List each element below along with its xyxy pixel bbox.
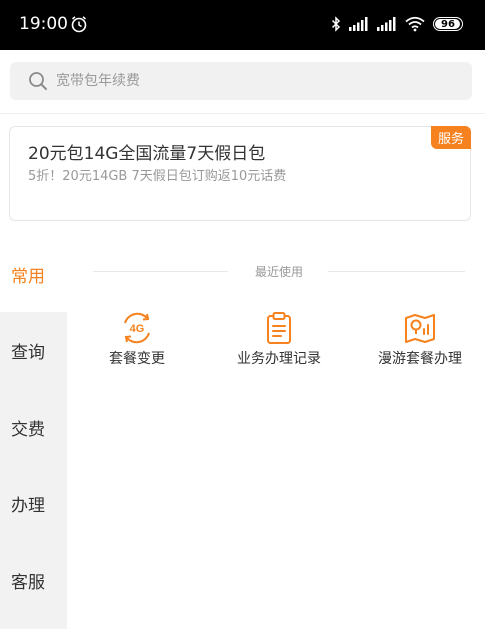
4g-package-icon: 4G <box>124 312 150 344</box>
status-time: 19:00 <box>19 14 68 34</box>
promo-subtitle: 5折！20元14GB 7天假日包订购返10元话费 <box>28 169 287 184</box>
clipboard-icon <box>267 312 291 344</box>
quick-item-label: 漫游套餐办理 <box>378 351 462 367</box>
search-input[interactable] <box>54 72 472 90</box>
sidebar-item-common[interactable]: 常用 <box>0 236 67 312</box>
sidebar-item-payment[interactable]: 交费 <box>0 389 67 465</box>
sidebar-item-query[interactable]: 查询 <box>0 312 67 388</box>
search-icon <box>29 72 47 90</box>
roaming-map-icon <box>405 314 435 343</box>
recent-section-header: 最近使用 <box>93 262 465 282</box>
quick-item-roaming-package[interactable]: 漫游套餐办理 <box>355 310 485 368</box>
bluetooth-icon <box>331 16 341 32</box>
quick-item-package-change[interactable]: 4G 套餐变更 <box>72 310 202 368</box>
service-badge: 服务 <box>430 126 471 149</box>
wifi-icon <box>405 16 425 32</box>
category-sidebar: 常用 查询 交费 办理 客服 <box>0 236 67 629</box>
signal-icon <box>377 17 396 31</box>
svg-text:4G: 4G <box>130 323 145 335</box>
quick-item-service-records[interactable]: 业务办理记录 <box>214 310 344 368</box>
search-bar[interactable] <box>10 62 472 100</box>
signal-icon <box>349 17 368 31</box>
quick-item-label: 套餐变更 <box>109 351 165 367</box>
battery-icon: 96 <box>433 17 463 31</box>
alarm-icon <box>71 16 87 33</box>
status-bar: 19:00 96 <box>0 0 485 50</box>
status-icons: 96 <box>331 15 463 33</box>
promo-card[interactable]: 20元包14G全国流量7天假日包 5折！20元14GB 7天假日包订购返10元话… <box>9 126 471 221</box>
promo-title: 20元包14G全国流量7天假日包 <box>28 144 266 164</box>
battery-level-text: 96 <box>441 18 455 30</box>
recent-title: 最近使用 <box>254 265 303 279</box>
quick-item-label: 业务办理记录 <box>237 351 321 367</box>
sidebar-item-service[interactable]: 客服 <box>0 542 67 618</box>
divider <box>0 113 485 114</box>
sidebar-item-handle[interactable]: 办理 <box>0 465 67 541</box>
